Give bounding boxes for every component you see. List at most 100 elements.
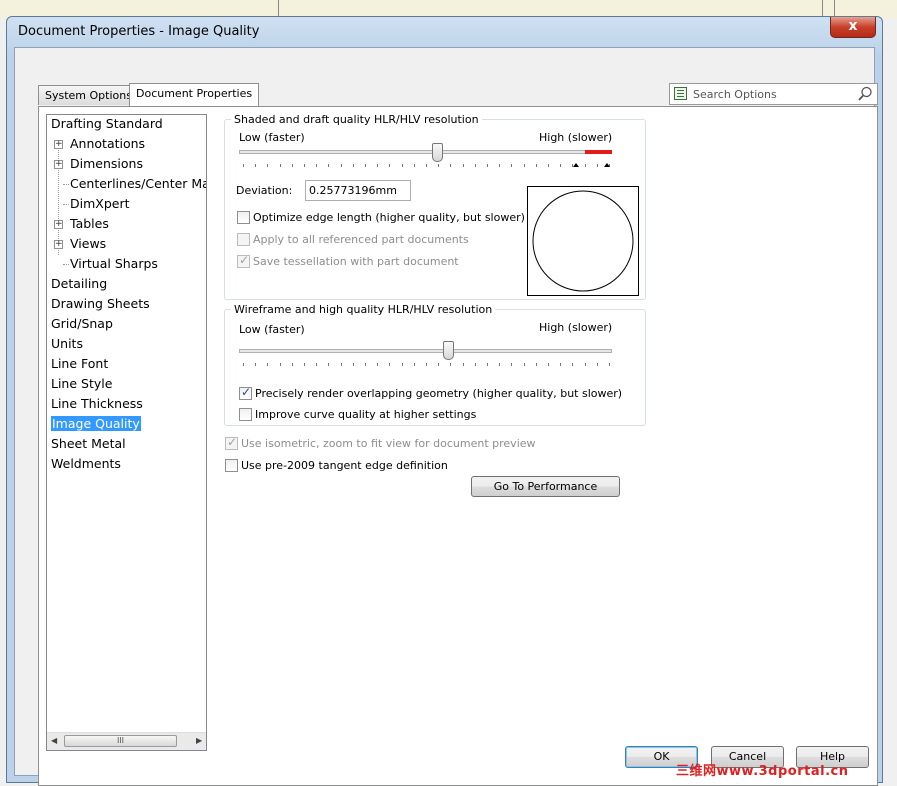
close-button[interactable]: x — [830, 17, 876, 38]
expand-plus-icon[interactable]: + — [54, 160, 63, 169]
scroll-left-icon[interactable]: ◀ — [51, 736, 57, 745]
slider-tick — [487, 164, 488, 167]
tree-item-views[interactable]: Views — [70, 235, 106, 253]
slider-tick — [499, 363, 500, 366]
grip-icon: III — [116, 736, 125, 745]
slider-tick — [536, 164, 537, 167]
slider-tick — [463, 164, 464, 167]
slider-tick — [402, 164, 403, 167]
title-bar[interactable]: Document Properties - Image Quality x — [7, 17, 882, 47]
wireframe-slider-thumb[interactable] — [443, 341, 454, 360]
tree-item-tables[interactable]: Tables — [70, 215, 109, 233]
slider-tick — [414, 363, 415, 366]
tree-item-image-quality[interactable]: Image Quality — [51, 415, 141, 433]
slider-tick — [377, 164, 378, 167]
slider-tick — [365, 363, 366, 366]
slider-tick — [255, 363, 256, 366]
expand-plus-icon[interactable]: + — [54, 240, 63, 249]
scroll-right-icon[interactable]: ▶ — [196, 736, 202, 745]
tree-item-weldments[interactable]: Weldments — [51, 455, 121, 473]
slider-tick — [292, 164, 293, 167]
tree-item-dimensions[interactable]: Dimensions — [70, 155, 143, 173]
shaded-quality-group: Shaded and draft quality HLR/HLV resolut… — [224, 113, 646, 300]
slider-tick — [267, 363, 268, 366]
tree-item-drawing-sheets[interactable]: Drawing Sheets — [51, 295, 150, 313]
slider-tick — [426, 164, 427, 167]
tree-item-sheet-metal[interactable]: Sheet Metal — [51, 435, 126, 453]
slider-tick — [560, 164, 561, 167]
tree-connector — [63, 204, 69, 205]
wireframe-group-legend: Wireframe and high quality HLR/HLV resol… — [231, 303, 496, 316]
tree-item-label: Image Quality — [51, 416, 141, 431]
tree-item-virtual-sharps[interactable]: Virtual Sharps — [70, 255, 158, 273]
improve-curve-label: Improve curve quality at higher settings — [255, 408, 477, 421]
tree-item-label: Sheet Metal — [51, 436, 126, 451]
improve-curve-checkbox[interactable] — [239, 408, 252, 421]
slider-tick — [524, 164, 525, 167]
isometric-preview-label: Use isometric, zoom to fit view for docu… — [241, 437, 536, 450]
tree-item-label: Annotations — [70, 136, 146, 151]
go-to-performance-button[interactable]: Go To Performance — [471, 476, 620, 497]
tree-item-label: Line Font — [51, 356, 109, 371]
apply-referenced-checkbox[interactable] — [237, 233, 250, 246]
save-tessellation-checkbox[interactable]: ✓ — [237, 253, 250, 268]
watermark-text: 三维网www.3dportal.cn — [676, 764, 849, 779]
wireframe-quality-group: Wireframe and high quality HLR/HLV resol… — [224, 303, 646, 426]
slider-tick — [560, 363, 561, 366]
tab-system-options[interactable]: System Options — [38, 85, 139, 105]
tree-item-line-thickness[interactable]: Line Thickness — [51, 395, 143, 413]
shaded-group-legend: Shaded and draft quality HLR/HLV resolut… — [231, 113, 482, 126]
pre2009-tangent-checkbox[interactable] — [225, 459, 238, 472]
tab-document-properties[interactable]: Document Properties — [129, 83, 260, 106]
slider-tick — [438, 363, 439, 366]
tree-item-units[interactable]: Units — [51, 335, 83, 353]
slider-tick — [377, 363, 378, 366]
wireframe-slider-track[interactable] — [239, 349, 612, 353]
options-list-icon — [674, 87, 687, 100]
search-options-box[interactable]: Search Options — [669, 83, 878, 105]
precisely-render-checkbox[interactable]: ✓ — [239, 385, 252, 400]
tree-item-line-font[interactable]: Line Font — [51, 355, 108, 373]
tree-item-dimxpert[interactable]: DimXpert — [70, 195, 130, 213]
expand-plus-icon[interactable]: + — [54, 140, 63, 149]
shaded-slider-thumb[interactable] — [432, 143, 443, 162]
slider-tick — [524, 363, 525, 366]
tree-item-drafting-standard[interactable]: Drafting Standard — [51, 115, 163, 133]
isometric-preview-checkbox[interactable]: ✓ — [225, 435, 238, 450]
wireframe-slider-ticks — [243, 363, 610, 366]
slider-tick — [585, 164, 586, 167]
tree-item-grid-snap[interactable]: Grid/Snap — [51, 315, 113, 333]
tree-horizontal-scrollbar[interactable]: ◀ III ▶ — [47, 732, 206, 750]
slider-tick — [341, 363, 342, 366]
slider-tick — [597, 363, 598, 366]
slider-tick — [280, 164, 281, 167]
wireframe-low-label: Low (faster) — [239, 323, 305, 336]
optimize-edge-checkbox[interactable] — [237, 211, 250, 224]
shaded-slider-track[interactable] — [239, 150, 612, 154]
tree-item-line-style[interactable]: Line Style — [51, 375, 112, 393]
save-tessellation-label: Save tessellation with part document — [253, 255, 459, 268]
checkmark-icon: ✓ — [241, 385, 252, 399]
slider-tick — [365, 164, 366, 167]
deviation-label: Deviation: — [236, 184, 293, 197]
tree-item-label: Weldments — [51, 456, 121, 471]
wireframe-high-label: High (slower) — [539, 321, 613, 334]
slider-tick — [450, 164, 451, 167]
slider-tick — [475, 363, 476, 366]
options-tree[interactable]: Drafting Standard + Annotations + Dimens… — [46, 114, 207, 751]
search-icon[interactable] — [857, 86, 873, 102]
slider-tick — [402, 363, 403, 366]
tree-item-label: Units — [51, 336, 83, 351]
expand-plus-icon[interactable]: + — [54, 220, 63, 229]
tree-item-label: Tables — [70, 216, 109, 231]
slider-tick — [292, 363, 293, 366]
scrollbar-thumb[interactable]: III — [64, 735, 177, 747]
slider-marker-icon — [604, 163, 610, 167]
deviation-value: 0.25773196mm — [309, 184, 397, 197]
search-input[interactable]: Search Options — [693, 88, 777, 101]
deviation-field[interactable]: 0.25773196mm — [305, 180, 411, 201]
slider-tick — [280, 363, 281, 366]
tree-item-centerlines[interactable]: Centerlines/Center Mar — [70, 175, 206, 193]
tree-item-annotations[interactable]: Annotations — [70, 135, 145, 153]
tree-item-detailing[interactable]: Detailing — [51, 275, 107, 293]
